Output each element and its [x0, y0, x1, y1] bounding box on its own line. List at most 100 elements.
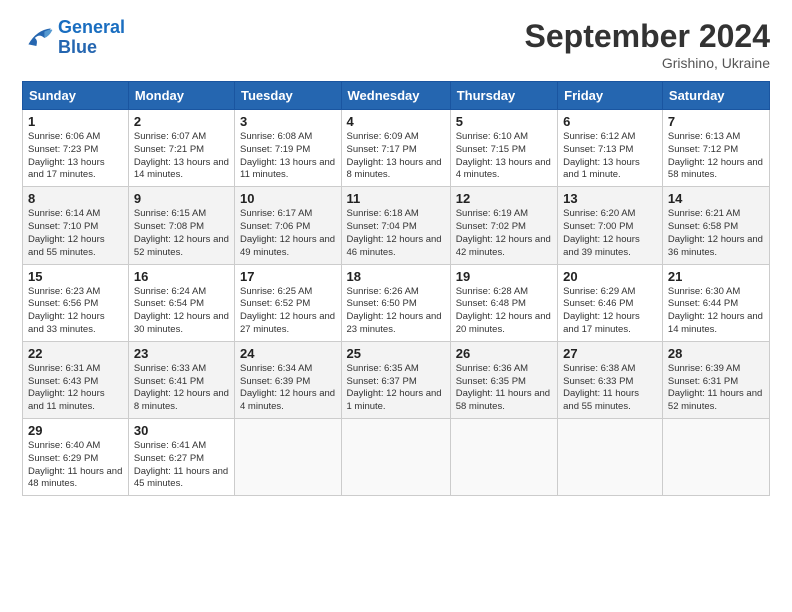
day-number: 22 — [28, 346, 123, 361]
col-thursday: Thursday — [450, 82, 557, 110]
day-number: 6 — [563, 114, 657, 129]
day-number: 26 — [456, 346, 552, 361]
day-number: 2 — [134, 114, 229, 129]
day-number: 9 — [134, 191, 229, 206]
calendar-cell: 9 Sunrise: 6:15 AMSunset: 7:08 PMDayligh… — [128, 187, 234, 264]
calendar-week-3: 15 Sunrise: 6:23 AMSunset: 6:56 PMDaylig… — [23, 264, 770, 341]
calendar-cell: 7 Sunrise: 6:13 AMSunset: 7:12 PMDayligh… — [662, 110, 769, 187]
calendar-cell: 14 Sunrise: 6:21 AMSunset: 6:58 PMDaylig… — [662, 187, 769, 264]
day-detail: Sunrise: 6:24 AMSunset: 6:54 PMDaylight:… — [134, 286, 229, 335]
day-detail: Sunrise: 6:23 AMSunset: 6:56 PMDaylight:… — [28, 286, 105, 335]
calendar-table: Sunday Monday Tuesday Wednesday Thursday… — [22, 81, 770, 496]
calendar-cell: 18 Sunrise: 6:26 AMSunset: 6:50 PMDaylig… — [341, 264, 450, 341]
day-number: 7 — [668, 114, 764, 129]
logo-general: General — [58, 17, 125, 37]
day-detail: Sunrise: 6:34 AMSunset: 6:39 PMDaylight:… — [240, 363, 335, 412]
calendar-cell: 3 Sunrise: 6:08 AMSunset: 7:19 PMDayligh… — [235, 110, 342, 187]
day-detail: Sunrise: 6:15 AMSunset: 7:08 PMDaylight:… — [134, 208, 229, 257]
day-detail: Sunrise: 6:17 AMSunset: 7:06 PMDaylight:… — [240, 208, 335, 257]
day-number: 24 — [240, 346, 336, 361]
day-detail: Sunrise: 6:06 AMSunset: 7:23 PMDaylight:… — [28, 131, 105, 180]
day-detail: Sunrise: 6:19 AMSunset: 7:02 PMDaylight:… — [456, 208, 551, 257]
calendar-cell: 24 Sunrise: 6:34 AMSunset: 6:39 PMDaylig… — [235, 341, 342, 418]
day-detail: Sunrise: 6:12 AMSunset: 7:13 PMDaylight:… — [563, 131, 640, 180]
day-number: 21 — [668, 269, 764, 284]
day-detail: Sunrise: 6:09 AMSunset: 7:17 PMDaylight:… — [347, 131, 442, 180]
logo-text: General Blue — [58, 18, 125, 58]
day-number: 25 — [347, 346, 445, 361]
calendar-body: 1 Sunrise: 6:06 AMSunset: 7:23 PMDayligh… — [23, 110, 770, 496]
day-detail: Sunrise: 6:21 AMSunset: 6:58 PMDaylight:… — [668, 208, 763, 257]
day-detail: Sunrise: 6:30 AMSunset: 6:44 PMDaylight:… — [668, 286, 763, 335]
day-detail: Sunrise: 6:08 AMSunset: 7:19 PMDaylight:… — [240, 131, 335, 180]
calendar-cell: 15 Sunrise: 6:23 AMSunset: 6:56 PMDaylig… — [23, 264, 129, 341]
calendar-cell: 22 Sunrise: 6:31 AMSunset: 6:43 PMDaylig… — [23, 341, 129, 418]
day-detail: Sunrise: 6:35 AMSunset: 6:37 PMDaylight:… — [347, 363, 442, 412]
calendar-week-4: 22 Sunrise: 6:31 AMSunset: 6:43 PMDaylig… — [23, 341, 770, 418]
col-wednesday: Wednesday — [341, 82, 450, 110]
calendar-cell: 27 Sunrise: 6:38 AMSunset: 6:33 PMDaylig… — [558, 341, 663, 418]
calendar-cell: 25 Sunrise: 6:35 AMSunset: 6:37 PMDaylig… — [341, 341, 450, 418]
calendar-cell — [558, 419, 663, 496]
calendar-cell: 16 Sunrise: 6:24 AMSunset: 6:54 PMDaylig… — [128, 264, 234, 341]
logo-blue: Blue — [58, 38, 125, 58]
col-friday: Friday — [558, 82, 663, 110]
header: General Blue September 2024 Grishino, Uk… — [22, 18, 770, 71]
day-detail: Sunrise: 6:10 AMSunset: 7:15 PMDaylight:… — [456, 131, 551, 180]
day-number: 14 — [668, 191, 764, 206]
calendar-cell: 21 Sunrise: 6:30 AMSunset: 6:44 PMDaylig… — [662, 264, 769, 341]
day-number: 23 — [134, 346, 229, 361]
day-detail: Sunrise: 6:29 AMSunset: 6:46 PMDaylight:… — [563, 286, 640, 335]
calendar-cell — [662, 419, 769, 496]
logo-icon — [22, 22, 54, 54]
col-monday: Monday — [128, 82, 234, 110]
day-detail: Sunrise: 6:31 AMSunset: 6:43 PMDaylight:… — [28, 363, 105, 412]
day-number: 18 — [347, 269, 445, 284]
day-number: 12 — [456, 191, 552, 206]
day-number: 29 — [28, 423, 123, 438]
calendar-cell: 28 Sunrise: 6:39 AMSunset: 6:31 PMDaylig… — [662, 341, 769, 418]
day-detail: Sunrise: 6:20 AMSunset: 7:00 PMDaylight:… — [563, 208, 640, 257]
day-number: 10 — [240, 191, 336, 206]
calendar-week-1: 1 Sunrise: 6:06 AMSunset: 7:23 PMDayligh… — [23, 110, 770, 187]
calendar-cell — [341, 419, 450, 496]
col-tuesday: Tuesday — [235, 82, 342, 110]
day-number: 28 — [668, 346, 764, 361]
day-detail: Sunrise: 6:18 AMSunset: 7:04 PMDaylight:… — [347, 208, 442, 257]
day-number: 19 — [456, 269, 552, 284]
calendar-cell: 5 Sunrise: 6:10 AMSunset: 7:15 PMDayligh… — [450, 110, 557, 187]
day-number: 5 — [456, 114, 552, 129]
logo: General Blue — [22, 18, 125, 58]
day-number: 15 — [28, 269, 123, 284]
day-detail: Sunrise: 6:40 AMSunset: 6:29 PMDaylight:… — [28, 440, 122, 489]
day-number: 17 — [240, 269, 336, 284]
location: Grishino, Ukraine — [525, 55, 770, 71]
calendar-cell — [235, 419, 342, 496]
calendar-cell: 6 Sunrise: 6:12 AMSunset: 7:13 PMDayligh… — [558, 110, 663, 187]
day-number: 30 — [134, 423, 229, 438]
calendar-cell: 17 Sunrise: 6:25 AMSunset: 6:52 PMDaylig… — [235, 264, 342, 341]
day-detail: Sunrise: 6:36 AMSunset: 6:35 PMDaylight:… — [456, 363, 550, 412]
day-number: 1 — [28, 114, 123, 129]
day-number: 8 — [28, 191, 123, 206]
calendar-cell: 13 Sunrise: 6:20 AMSunset: 7:00 PMDaylig… — [558, 187, 663, 264]
calendar-cell: 26 Sunrise: 6:36 AMSunset: 6:35 PMDaylig… — [450, 341, 557, 418]
calendar-cell: 23 Sunrise: 6:33 AMSunset: 6:41 PMDaylig… — [128, 341, 234, 418]
title-area: September 2024 Grishino, Ukraine — [525, 18, 770, 71]
day-detail: Sunrise: 6:13 AMSunset: 7:12 PMDaylight:… — [668, 131, 763, 180]
calendar-cell: 2 Sunrise: 6:07 AMSunset: 7:21 PMDayligh… — [128, 110, 234, 187]
page: General Blue September 2024 Grishino, Uk… — [0, 0, 792, 506]
day-detail: Sunrise: 6:41 AMSunset: 6:27 PMDaylight:… — [134, 440, 228, 489]
month-title: September 2024 — [525, 18, 770, 55]
col-saturday: Saturday — [662, 82, 769, 110]
day-detail: Sunrise: 6:26 AMSunset: 6:50 PMDaylight:… — [347, 286, 442, 335]
day-number: 16 — [134, 269, 229, 284]
calendar-cell — [450, 419, 557, 496]
col-sunday: Sunday — [23, 82, 129, 110]
calendar-cell: 10 Sunrise: 6:17 AMSunset: 7:06 PMDaylig… — [235, 187, 342, 264]
header-row: Sunday Monday Tuesday Wednesday Thursday… — [23, 82, 770, 110]
day-detail: Sunrise: 6:14 AMSunset: 7:10 PMDaylight:… — [28, 208, 105, 257]
day-detail: Sunrise: 6:25 AMSunset: 6:52 PMDaylight:… — [240, 286, 335, 335]
calendar-week-5: 29 Sunrise: 6:40 AMSunset: 6:29 PMDaylig… — [23, 419, 770, 496]
calendar-week-2: 8 Sunrise: 6:14 AMSunset: 7:10 PMDayligh… — [23, 187, 770, 264]
